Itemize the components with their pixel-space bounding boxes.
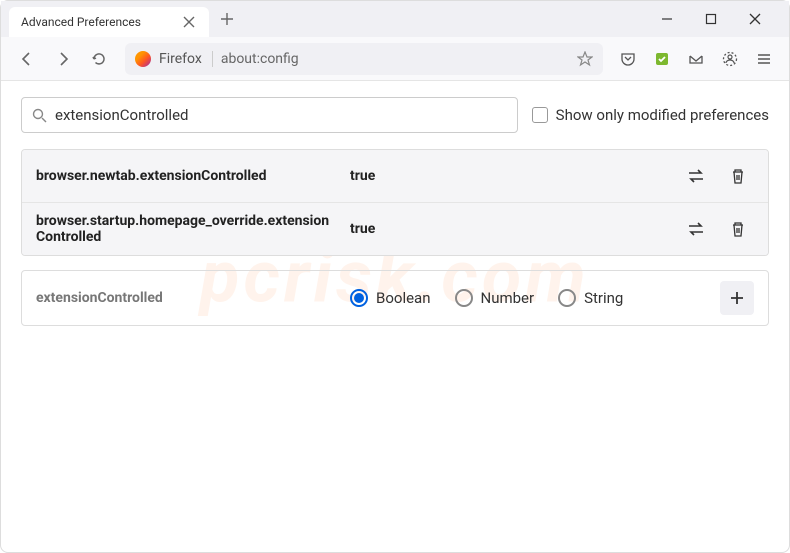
url-bar[interactable]: Firefox about:config (125, 43, 603, 75)
new-pref-row: extensionControlled Boolean Number Strin… (21, 270, 769, 326)
new-tab-button[interactable] (213, 5, 241, 33)
bookmark-star-icon[interactable] (577, 51, 593, 67)
close-tab-icon[interactable] (181, 14, 197, 30)
content-area: Show only modified preferences browser.n… (1, 81, 789, 342)
radio-icon (558, 289, 576, 307)
new-pref-name: extensionControlled (36, 290, 336, 306)
radio-number[interactable]: Number (455, 289, 535, 307)
delete-button[interactable] (722, 213, 754, 245)
type-radio-group: Boolean Number String (350, 289, 706, 307)
pref-value: true (350, 168, 666, 184)
radio-icon (350, 289, 368, 307)
tab-title: Advanced Preferences (21, 15, 173, 29)
pref-name: browser.newtab.extensionControlled (36, 168, 336, 184)
radio-string[interactable]: String (558, 289, 623, 307)
pref-row[interactable]: browser.newtab.extensionControlled true (22, 150, 768, 202)
search-box[interactable] (21, 97, 518, 133)
pref-row[interactable]: browser.startup.homepage_override.extens… (22, 202, 768, 255)
toggle-button[interactable] (680, 213, 712, 245)
radio-label: Boolean (376, 289, 431, 307)
show-modified-label: Show only modified preferences (556, 106, 769, 124)
extension-icon[interactable] (647, 44, 677, 74)
checkbox-icon[interactable] (532, 107, 548, 123)
firefox-logo-icon (135, 51, 151, 67)
browser-tab[interactable]: Advanced Preferences (9, 7, 209, 37)
maximize-button[interactable] (697, 5, 725, 33)
account-icon[interactable] (715, 44, 745, 74)
radio-label: Number (481, 289, 535, 307)
mail-icon[interactable] (681, 44, 711, 74)
radio-label: String (584, 289, 623, 307)
minimize-button[interactable] (653, 5, 681, 33)
pref-list: browser.newtab.extensionControlled true … (21, 149, 769, 256)
url-text: about:config (221, 51, 569, 67)
titlebar: Advanced Preferences (1, 1, 789, 37)
delete-button[interactable] (722, 160, 754, 192)
menu-button[interactable] (749, 44, 779, 74)
url-identity-label: Firefox (159, 51, 213, 67)
toggle-button[interactable] (680, 160, 712, 192)
close-window-button[interactable] (741, 5, 769, 33)
search-input[interactable] (55, 106, 507, 124)
nav-toolbar: Firefox about:config (1, 37, 789, 81)
reload-button[interactable] (83, 43, 115, 75)
search-icon (32, 108, 47, 123)
forward-button[interactable] (47, 43, 79, 75)
pocket-icon[interactable] (613, 44, 643, 74)
radio-boolean[interactable]: Boolean (350, 289, 431, 307)
pref-value: true (350, 221, 666, 237)
search-row: Show only modified preferences (21, 97, 769, 133)
show-modified-toggle[interactable]: Show only modified preferences (532, 106, 769, 124)
add-pref-button[interactable] (720, 281, 754, 315)
radio-icon (455, 289, 473, 307)
back-button[interactable] (11, 43, 43, 75)
pref-name: browser.startup.homepage_override.extens… (36, 213, 336, 245)
